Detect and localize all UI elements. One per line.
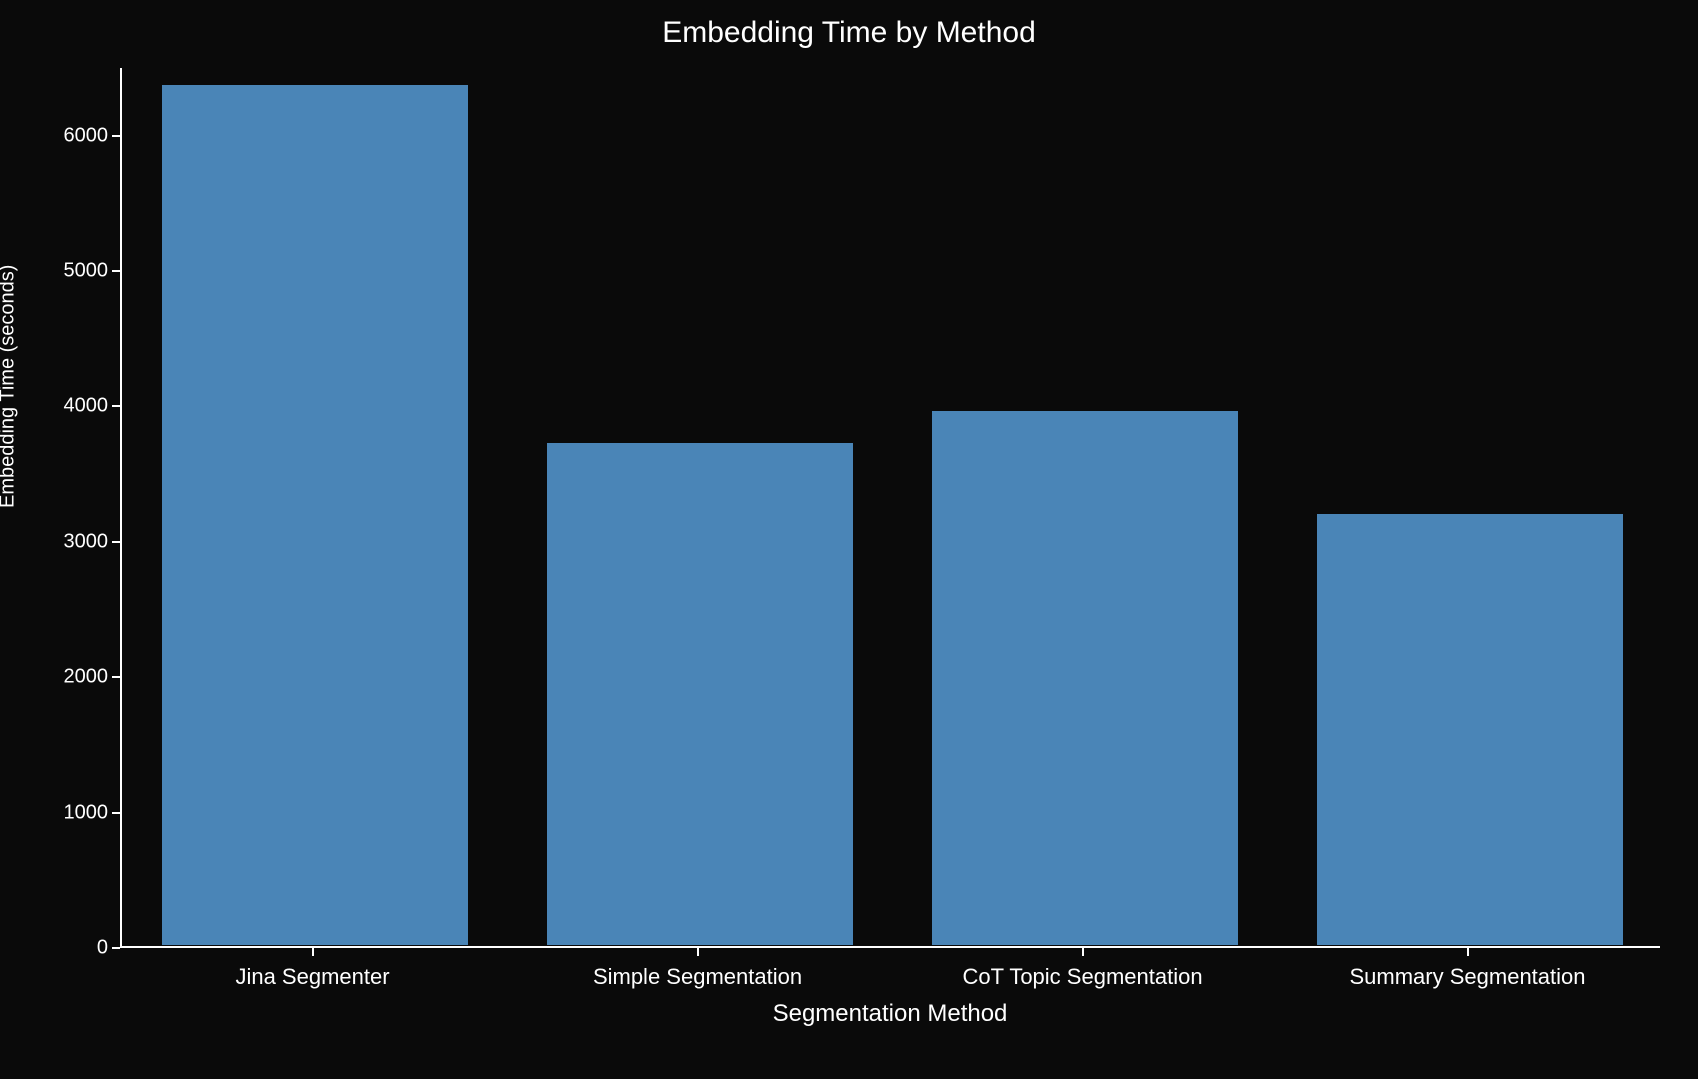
y-tick-mark [112,812,120,814]
plot-area [120,68,1660,948]
y-tick-mark [112,676,120,678]
x-tick-mark [697,948,699,956]
y-tick-label: 6000 [8,124,108,147]
y-tick-label: 3000 [8,530,108,553]
y-axis-label: Embedding Time (seconds) [0,265,20,508]
y-tick-label: 5000 [8,260,108,283]
x-axis: Segmentation Method Jina Segmenter Simple… [120,948,1660,1048]
bar [931,410,1239,946]
y-tick-label: 4000 [8,395,108,418]
x-tick-mark [1082,948,1084,956]
x-tick-label: Jina Segmenter [235,964,389,990]
bars-group [122,68,1660,946]
y-tick-label: 1000 [8,801,108,824]
bar [1316,513,1624,946]
bar [546,442,854,946]
y-tick-label: 0 [8,937,108,960]
y-tick-mark [112,947,120,949]
y-tick-mark [112,541,120,543]
x-tick-mark [312,948,314,956]
x-tick-mark [1467,948,1469,956]
chart-title: Embedding Time by Method [0,16,1698,50]
x-tick-label: Summary Segmentation [1350,964,1586,990]
bar [161,84,469,946]
x-tick-label: Simple Segmentation [593,964,802,990]
y-tick-mark [112,270,120,272]
y-tick-mark [112,405,120,407]
y-axis: Embedding Time (seconds) 010002000300040… [0,68,120,948]
chart-container: Embedding Time by Method Embedding Time … [0,0,1698,1079]
x-axis-label: Segmentation Method [773,1000,1008,1028]
x-tick-label: CoT Topic Segmentation [962,964,1202,990]
y-tick-label: 2000 [8,666,108,689]
y-tick-mark [112,135,120,137]
